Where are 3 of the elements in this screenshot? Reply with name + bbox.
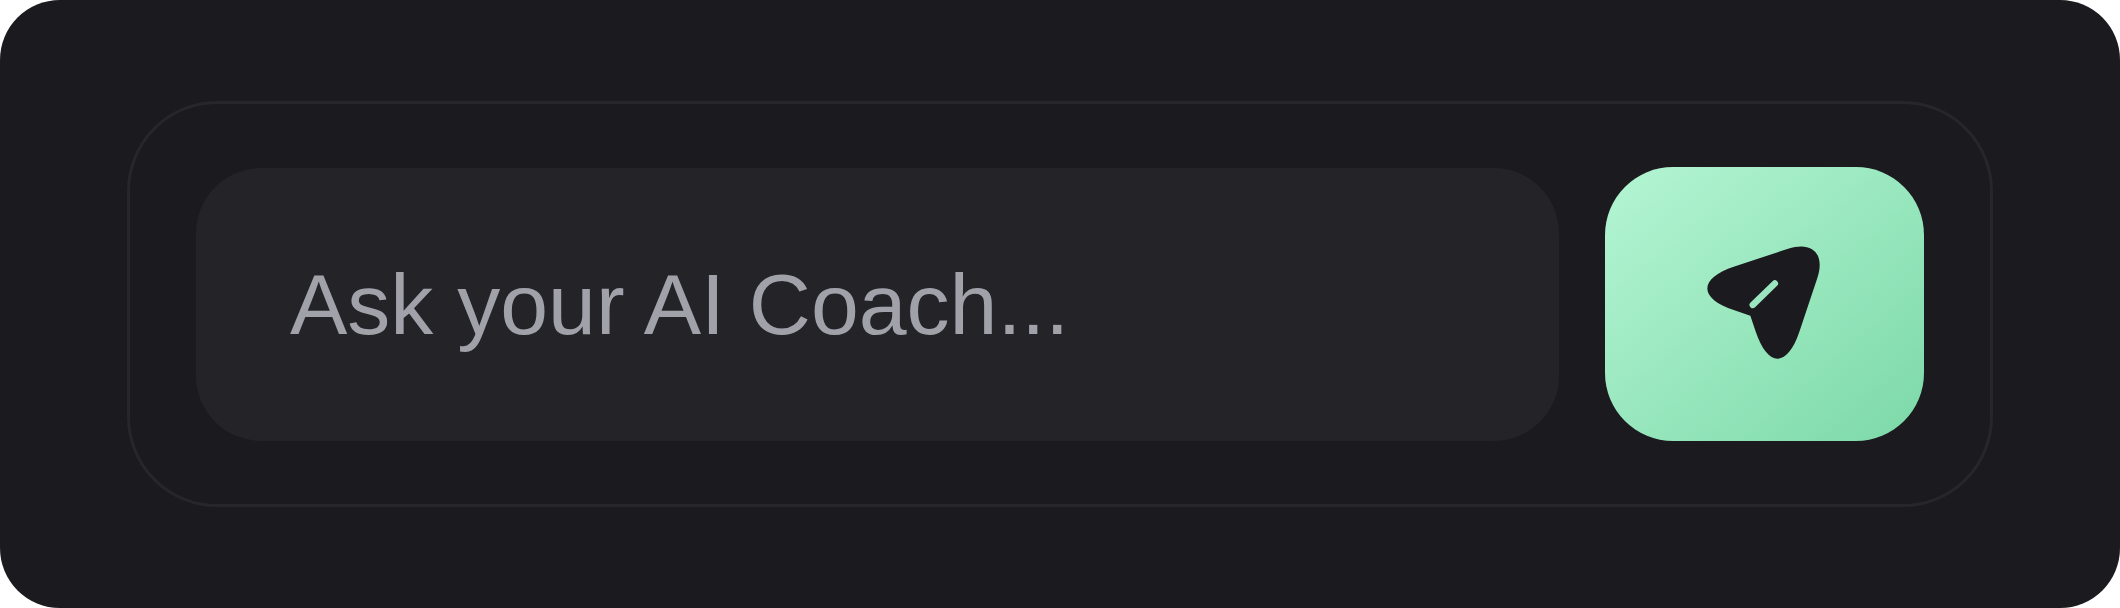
message-field[interactable]: Ask your AI Coach... <box>196 167 1559 441</box>
send-button[interactable] <box>1605 167 1924 441</box>
send-icon <box>1706 246 1823 362</box>
